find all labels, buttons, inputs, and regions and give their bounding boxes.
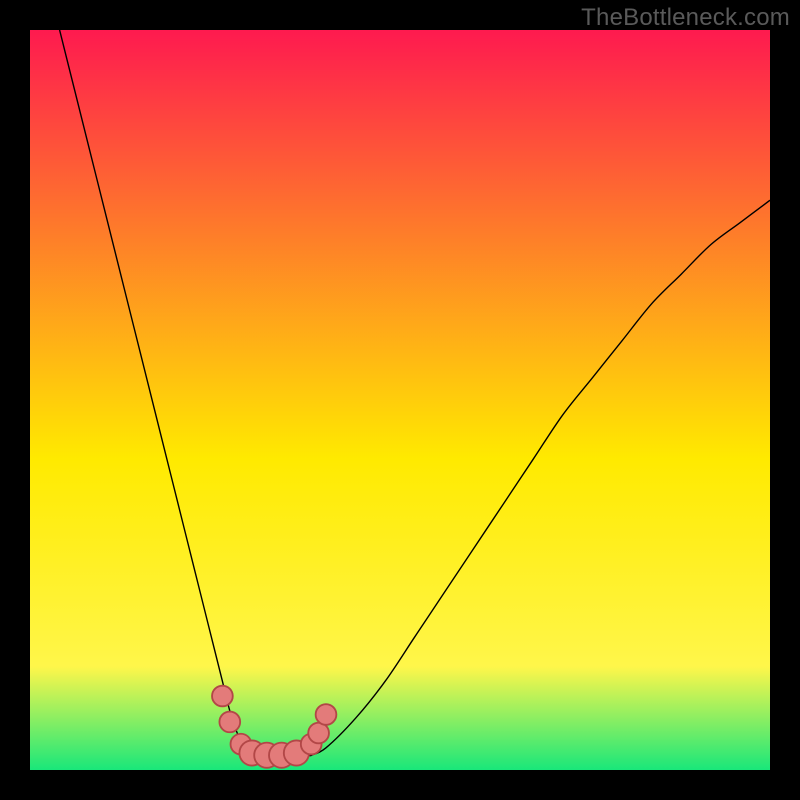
valley-marker [219, 712, 240, 733]
plot-svg [30, 30, 770, 770]
chart-frame: TheBottleneck.com [0, 0, 800, 800]
plot-area [30, 30, 770, 770]
valley-marker [212, 686, 233, 707]
watermark-text: TheBottleneck.com [581, 4, 790, 32]
valley-marker [316, 704, 337, 725]
